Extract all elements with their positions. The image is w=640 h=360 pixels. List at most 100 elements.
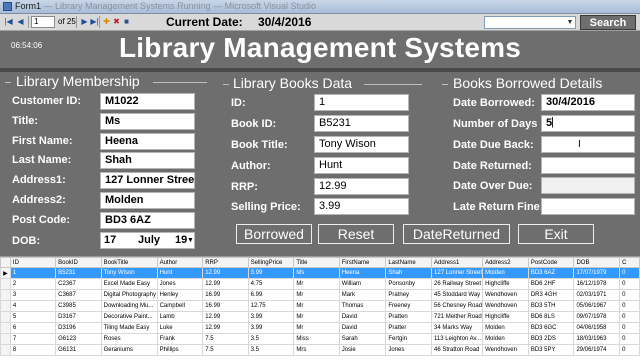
borrowed-button[interactable]: Borrowed bbox=[236, 224, 312, 244]
table-cell[interactable]: 6.99 bbox=[247, 289, 295, 301]
table-cell[interactable]: D3196 bbox=[55, 322, 102, 334]
table-cell[interactable]: 26 Railway Street bbox=[431, 278, 484, 290]
table-cell[interactable]: Jones bbox=[385, 344, 433, 356]
table-cell[interactable]: 113 Leighton Av... bbox=[431, 333, 484, 345]
table-cell[interactable]: 16/12/1978 bbox=[573, 278, 621, 290]
rrp-field[interactable]: 12.99 bbox=[314, 178, 409, 195]
date-returned-button[interactable]: DateReturned bbox=[403, 224, 510, 244]
table-cell[interactable]: 0 bbox=[619, 300, 640, 312]
table-cell[interactable]: Frank bbox=[156, 333, 204, 345]
table-cell[interactable]: 4 bbox=[9, 300, 57, 312]
table-cell[interactable]: 4.75 bbox=[247, 278, 295, 290]
table-cell[interactable]: 12.99 bbox=[202, 311, 249, 323]
table-row[interactable]: 4 C3985 Downloading Mu... Campbell 16.99 12.7… bbox=[0, 300, 640, 312]
column-header[interactable]: LastName bbox=[385, 257, 433, 268]
table-cell[interactable]: 7 bbox=[9, 333, 57, 345]
table-row[interactable]: 8 G6131 Geraniums Phillips 7.5 3.5 Mrs Josie Jon… bbox=[0, 344, 640, 356]
table-cell[interactable]: David bbox=[338, 322, 387, 334]
table-cell[interactable]: Mr bbox=[293, 322, 340, 334]
table-cell[interactable]: Mr bbox=[293, 300, 340, 312]
table-cell[interactable]: 0 bbox=[619, 333, 640, 345]
row-header[interactable]: ▶ bbox=[0, 267, 11, 279]
table-cell[interactable]: DR3 4GH bbox=[527, 289, 575, 301]
address1-field[interactable]: 127 Lonner Street bbox=[100, 172, 195, 189]
table-cell[interactable]: 05/06/1967 bbox=[573, 300, 621, 312]
table-cell[interactable]: Decorative Paint... bbox=[100, 311, 158, 323]
dob-picker[interactable]: 17 July 19 ▼ bbox=[100, 232, 195, 249]
late-return-fine-field[interactable] bbox=[541, 198, 635, 215]
move-first-icon[interactable]: |◀ bbox=[3, 16, 14, 28]
table-cell[interactable]: 0 bbox=[619, 267, 640, 279]
table-cell[interactable]: C3687 bbox=[55, 289, 102, 301]
table-cell[interactable]: 7.5 bbox=[202, 344, 249, 356]
row-header[interactable] bbox=[0, 344, 11, 356]
table-cell[interactable]: 0 bbox=[619, 278, 640, 290]
table-cell[interactable]: Josie bbox=[338, 344, 387, 356]
table-cell[interactable]: 34 Marks Way bbox=[431, 322, 484, 334]
column-header[interactable]: Title bbox=[293, 257, 340, 268]
table-cell[interactable]: 6 bbox=[9, 322, 57, 334]
table-cell[interactable]: Luke bbox=[156, 322, 204, 334]
column-header[interactable]: BookTitle bbox=[100, 257, 158, 268]
table-cell[interactable]: Highcliffe bbox=[482, 311, 529, 323]
table-cell[interactable]: Molden bbox=[482, 333, 529, 345]
table-cell[interactable]: Downloading Mu... bbox=[100, 300, 158, 312]
table-cell[interactable]: B5231 bbox=[55, 267, 102, 279]
customer-id-field[interactable]: M1022 bbox=[100, 93, 195, 110]
table-cell[interactable]: Pratter bbox=[385, 322, 433, 334]
column-header[interactable]: FirstName bbox=[338, 257, 387, 268]
books-data-grid[interactable]: ID BookID BookTitle Author RRP SellingPrice Ti… bbox=[0, 256, 640, 360]
table-cell[interactable]: 721 Meither Road bbox=[431, 311, 484, 323]
table-cell[interactable]: Ponsonby bbox=[385, 278, 433, 290]
table-cell[interactable]: 0 bbox=[619, 322, 640, 334]
table-cell[interactable]: Digital Photography bbox=[100, 289, 158, 301]
table-cell[interactable]: Ms bbox=[293, 267, 340, 279]
table-cell[interactable]: Tiling Made Easy bbox=[100, 322, 158, 334]
table-cell[interactable]: 3.99 bbox=[247, 267, 295, 279]
search-combobox[interactable]: ▼ bbox=[484, 16, 576, 29]
table-cell[interactable]: Mr bbox=[293, 278, 340, 290]
table-cell[interactable]: 3.5 bbox=[247, 333, 295, 345]
selling-price-field[interactable]: 3.99 bbox=[314, 198, 409, 215]
table-cell[interactable]: Lamb bbox=[156, 311, 204, 323]
table-row[interactable]: 6 D3196 Tiling Made Easy Luke 12.99 3.99 Mr Dav… bbox=[0, 322, 640, 334]
table-cell[interactable]: BD3 6GC bbox=[527, 322, 575, 334]
table-cell[interactable]: BD3 2DS bbox=[527, 333, 575, 345]
table-cell[interactable]: 8 bbox=[9, 344, 57, 356]
table-cell[interactable]: 56 Chesney Road bbox=[431, 300, 484, 312]
chevron-down-icon[interactable]: ▼ bbox=[565, 17, 575, 28]
table-cell[interactable]: Highcliffe bbox=[482, 278, 529, 290]
post-code-field[interactable]: BD3 6AZ bbox=[100, 212, 195, 229]
title-field[interactable]: Ms bbox=[100, 113, 195, 130]
table-cell[interactable]: Thomas bbox=[338, 300, 387, 312]
number-of-days-field[interactable]: 5 bbox=[541, 115, 635, 132]
table-cell[interactable]: BD6 8LS bbox=[527, 311, 575, 323]
exit-button[interactable]: Exit bbox=[518, 224, 594, 244]
table-cell[interactable]: 0 bbox=[619, 344, 640, 356]
column-header[interactable]: RRP bbox=[202, 257, 249, 268]
table-cell[interactable]: 16.99 bbox=[202, 300, 249, 312]
table-row[interactable]: 5 D3167 Decorative Paint... Lamb 12.99 3.99 Mr… bbox=[0, 311, 640, 323]
table-cell[interactable]: Sarah bbox=[338, 333, 387, 345]
table-cell[interactable]: Wendhoven bbox=[482, 344, 529, 356]
table-cell[interactable]: 12.75 bbox=[247, 300, 295, 312]
table-cell[interactable]: Mr bbox=[293, 311, 340, 323]
book-title-field[interactable]: Tony Wison bbox=[314, 136, 409, 153]
table-cell[interactable]: William bbox=[338, 278, 387, 290]
chevron-down-icon[interactable]: ▼ bbox=[187, 233, 194, 248]
table-cell[interactable]: 18/03/1963 bbox=[573, 333, 621, 345]
column-header[interactable]: Address1 bbox=[431, 257, 484, 268]
address2-field[interactable]: Molden bbox=[100, 192, 195, 209]
date-returned-field[interactable] bbox=[541, 157, 635, 174]
table-cell[interactable]: 02/03/1971 bbox=[573, 289, 621, 301]
table-cell[interactable]: 1 bbox=[9, 267, 57, 279]
column-header[interactable]: C bbox=[619, 257, 640, 268]
date-borrowed-field[interactable]: 30/4/2016 bbox=[541, 94, 635, 111]
table-cell[interactable]: Roses bbox=[100, 333, 158, 345]
last-name-field[interactable]: Shah bbox=[100, 152, 195, 169]
table-cell[interactable]: G6123 bbox=[55, 333, 102, 345]
table-cell[interactable]: BD3 5PY bbox=[527, 344, 575, 356]
table-cell[interactable]: Miss bbox=[293, 333, 340, 345]
table-cell[interactable]: Jones bbox=[156, 278, 204, 290]
row-header[interactable] bbox=[0, 278, 11, 290]
